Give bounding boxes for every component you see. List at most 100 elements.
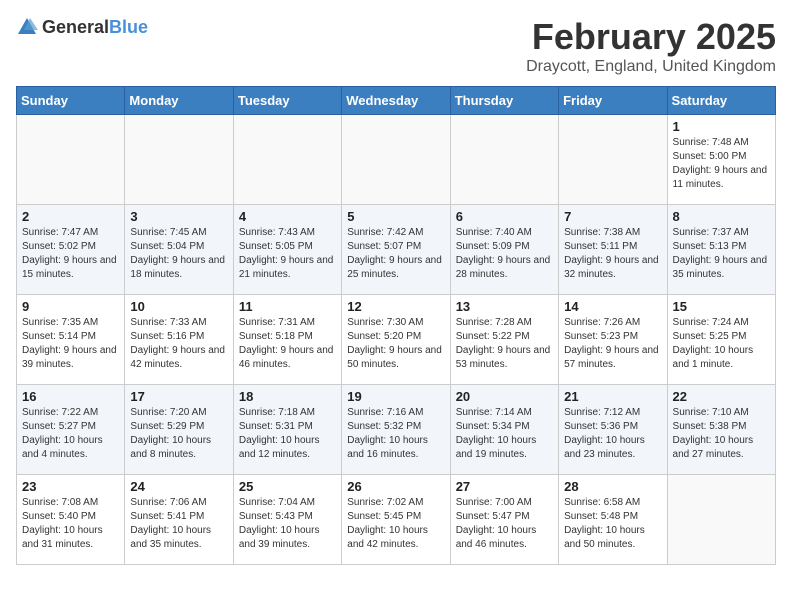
calendar-week-row: 16 Sunrise: 7:22 AM Sunset: 5:27 PM Dayli… bbox=[17, 385, 776, 475]
weekday-header-wednesday: Wednesday bbox=[342, 87, 450, 115]
weekday-header-monday: Monday bbox=[125, 87, 233, 115]
weekday-header-sunday: Sunday bbox=[17, 87, 125, 115]
day-info: Sunrise: 7:12 AM Sunset: 5:36 PM Dayligh… bbox=[564, 406, 661, 462]
day-number: 1 bbox=[673, 119, 770, 134]
calendar-cell: 24 Sunrise: 7:06 AM Sunset: 5:41 PM Dayli… bbox=[125, 475, 233, 565]
logo-text-blue: Blue bbox=[109, 17, 148, 37]
day-number: 6 bbox=[456, 209, 553, 224]
calendar-cell: 10 Sunrise: 7:33 AM Sunset: 5:16 PM Dayli… bbox=[125, 295, 233, 385]
day-info: Sunrise: 7:43 AM Sunset: 5:05 PM Dayligh… bbox=[239, 226, 336, 282]
calendar-cell: 3Sunrise: 7:45 AM Sunset: 5:04 PM Daylig… bbox=[125, 205, 233, 295]
day-number: 5 bbox=[347, 209, 444, 224]
day-number: 25 bbox=[239, 479, 336, 494]
day-info: Sunrise: 7:28 AM Sunset: 5:22 PM Dayligh… bbox=[456, 316, 553, 372]
calendar-cell: 20 Sunrise: 7:14 AM Sunset: 5:34 PM Dayli… bbox=[450, 385, 558, 475]
day-number: 14 bbox=[564, 299, 661, 314]
day-info: Sunrise: 7:16 AM Sunset: 5:32 PM Dayligh… bbox=[347, 406, 444, 462]
day-number: 3 bbox=[130, 209, 227, 224]
day-number: 15 bbox=[673, 299, 770, 314]
day-number: 2 bbox=[22, 209, 119, 224]
day-number: 22 bbox=[673, 389, 770, 404]
day-number: 20 bbox=[456, 389, 553, 404]
day-info: Sunrise: 7:47 AM Sunset: 5:02 PM Dayligh… bbox=[22, 226, 119, 282]
day-info: Sunrise: 7:20 AM Sunset: 5:29 PM Dayligh… bbox=[130, 406, 227, 462]
calendar-cell bbox=[233, 115, 341, 205]
calendar-week-row: 1 Sunrise: 7:48 AM Sunset: 5:00 PM Daylig… bbox=[17, 115, 776, 205]
day-info: Sunrise: 7:14 AM Sunset: 5:34 PM Dayligh… bbox=[456, 406, 553, 462]
logo-icon bbox=[16, 16, 38, 38]
calendar-cell: 13 Sunrise: 7:28 AM Sunset: 5:22 PM Dayli… bbox=[450, 295, 558, 385]
weekday-header-thursday: Thursday bbox=[450, 87, 558, 115]
location-subtitle: Draycott, England, United Kingdom bbox=[526, 58, 776, 76]
calendar-cell: 11 Sunrise: 7:31 AM Sunset: 5:18 PM Dayli… bbox=[233, 295, 341, 385]
day-number: 17 bbox=[130, 389, 227, 404]
day-number: 23 bbox=[22, 479, 119, 494]
calendar-cell: 6 Sunrise: 7:40 AM Sunset: 5:09 PM Daylig… bbox=[450, 205, 558, 295]
calendar-cell: 23Sunrise: 7:08 AM Sunset: 5:40 PM Dayli… bbox=[17, 475, 125, 565]
calendar-cell: 1 Sunrise: 7:48 AM Sunset: 5:00 PM Daylig… bbox=[667, 115, 775, 205]
calendar-cell: 16 Sunrise: 7:22 AM Sunset: 5:27 PM Dayli… bbox=[17, 385, 125, 475]
day-info: Sunrise: 7:04 AM Sunset: 5:43 PM Dayligh… bbox=[239, 496, 336, 552]
title-area: February 2025 Draycott, England, United … bbox=[526, 16, 776, 76]
header: GeneralBlue February 2025 Draycott, Engl… bbox=[16, 16, 776, 76]
day-info: Sunrise: 7:31 AM Sunset: 5:18 PM Dayligh… bbox=[239, 316, 336, 372]
day-info: Sunrise: 7:35 AM Sunset: 5:14 PM Dayligh… bbox=[22, 316, 119, 372]
calendar-week-row: 23Sunrise: 7:08 AM Sunset: 5:40 PM Dayli… bbox=[17, 475, 776, 565]
logo: GeneralBlue bbox=[16, 16, 148, 38]
day-info: Sunrise: 7:06 AM Sunset: 5:41 PM Dayligh… bbox=[130, 496, 227, 552]
calendar-cell: 5 Sunrise: 7:42 AM Sunset: 5:07 PM Daylig… bbox=[342, 205, 450, 295]
day-info: Sunrise: 7:38 AM Sunset: 5:11 PM Dayligh… bbox=[564, 226, 661, 282]
calendar-cell: 15 Sunrise: 7:24 AM Sunset: 5:25 PM Dayli… bbox=[667, 295, 775, 385]
day-number: 19 bbox=[347, 389, 444, 404]
day-info: Sunrise: 7:22 AM Sunset: 5:27 PM Dayligh… bbox=[22, 406, 119, 462]
day-number: 9 bbox=[22, 299, 119, 314]
month-year-title: February 2025 bbox=[526, 16, 776, 58]
day-number: 28 bbox=[564, 479, 661, 494]
day-number: 21 bbox=[564, 389, 661, 404]
calendar-cell: 17 Sunrise: 7:20 AM Sunset: 5:29 PM Dayli… bbox=[125, 385, 233, 475]
day-info: Sunrise: 7:48 AM Sunset: 5:00 PM Dayligh… bbox=[673, 136, 770, 192]
calendar-cell: 27 Sunrise: 7:00 AM Sunset: 5:47 PM Dayli… bbox=[450, 475, 558, 565]
day-info: Sunrise: 7:33 AM Sunset: 5:16 PM Dayligh… bbox=[130, 316, 227, 372]
weekday-header-row: SundayMondayTuesdayWednesdayThursdayFrid… bbox=[17, 87, 776, 115]
day-info: Sunrise: 7:30 AM Sunset: 5:20 PM Dayligh… bbox=[347, 316, 444, 372]
day-info: Sunrise: 7:26 AM Sunset: 5:23 PM Dayligh… bbox=[564, 316, 661, 372]
weekday-header-tuesday: Tuesday bbox=[233, 87, 341, 115]
day-info: Sunrise: 7:42 AM Sunset: 5:07 PM Dayligh… bbox=[347, 226, 444, 282]
calendar-cell: 25 Sunrise: 7:04 AM Sunset: 5:43 PM Dayli… bbox=[233, 475, 341, 565]
calendar-cell bbox=[125, 115, 233, 205]
calendar-cell: 8 Sunrise: 7:37 AM Sunset: 5:13 PM Daylig… bbox=[667, 205, 775, 295]
day-number: 8 bbox=[673, 209, 770, 224]
day-number: 16 bbox=[22, 389, 119, 404]
day-info: Sunrise: 7:40 AM Sunset: 5:09 PM Dayligh… bbox=[456, 226, 553, 282]
day-info: Sunrise: 7:00 AM Sunset: 5:47 PM Dayligh… bbox=[456, 496, 553, 552]
calendar-cell bbox=[17, 115, 125, 205]
day-number: 11 bbox=[239, 299, 336, 314]
calendar-cell: 14 Sunrise: 7:26 AM Sunset: 5:23 PM Dayli… bbox=[559, 295, 667, 385]
day-number: 24 bbox=[130, 479, 227, 494]
day-number: 7 bbox=[564, 209, 661, 224]
calendar-cell: 7 Sunrise: 7:38 AM Sunset: 5:11 PM Daylig… bbox=[559, 205, 667, 295]
calendar-cell bbox=[667, 475, 775, 565]
day-info: Sunrise: 7:24 AM Sunset: 5:25 PM Dayligh… bbox=[673, 316, 770, 372]
day-number: 27 bbox=[456, 479, 553, 494]
day-number: 12 bbox=[347, 299, 444, 314]
day-number: 10 bbox=[130, 299, 227, 314]
calendar-cell: 9 Sunrise: 7:35 AM Sunset: 5:14 PM Daylig… bbox=[17, 295, 125, 385]
calendar-cell: 18Sunrise: 7:18 AM Sunset: 5:31 PM Dayli… bbox=[233, 385, 341, 475]
calendar-cell bbox=[342, 115, 450, 205]
day-info: Sunrise: 7:10 AM Sunset: 5:38 PM Dayligh… bbox=[673, 406, 770, 462]
day-number: 26 bbox=[347, 479, 444, 494]
day-number: 13 bbox=[456, 299, 553, 314]
calendar-cell: 22 Sunrise: 7:10 AM Sunset: 5:38 PM Dayli… bbox=[667, 385, 775, 475]
calendar-cell bbox=[559, 115, 667, 205]
calendar-cell: 28Sunrise: 6:58 AM Sunset: 5:48 PM Dayli… bbox=[559, 475, 667, 565]
weekday-header-friday: Friday bbox=[559, 87, 667, 115]
calendar-cell: 2 Sunrise: 7:47 AM Sunset: 5:02 PM Daylig… bbox=[17, 205, 125, 295]
day-info: Sunrise: 7:18 AM Sunset: 5:31 PM Dayligh… bbox=[239, 406, 336, 462]
day-info: Sunrise: 7:37 AM Sunset: 5:13 PM Dayligh… bbox=[673, 226, 770, 282]
calendar-cell: 12 Sunrise: 7:30 AM Sunset: 5:20 PM Dayli… bbox=[342, 295, 450, 385]
calendar-table: SundayMondayTuesdayWednesdayThursdayFrid… bbox=[16, 86, 776, 565]
logo-text-general: General bbox=[42, 17, 109, 37]
calendar-cell: 19 Sunrise: 7:16 AM Sunset: 5:32 PM Dayli… bbox=[342, 385, 450, 475]
